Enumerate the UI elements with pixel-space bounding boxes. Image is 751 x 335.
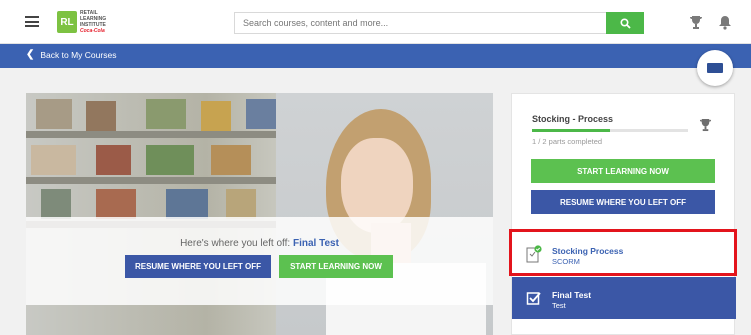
bell-icon[interactable] [718,15,732,30]
progress-fill [532,129,610,132]
highlight-box [509,229,737,276]
progress-bar [532,129,688,132]
left-off-item[interactable]: Final Test [293,238,339,249]
logo-mark-icon: RL [57,11,77,33]
hamburger-menu-icon[interactable] [25,16,39,27]
back-label: Back to My Courses [40,49,117,60]
checkbox-icon [526,292,541,305]
search-icon [619,17,631,29]
list-item-final-test[interactable]: Final Test Test [512,277,736,319]
screen-icon [707,63,723,73]
back-to-courses-link[interactable]: ❮ Back to My Courses [26,49,116,60]
item-subtitle: Test [552,301,566,310]
hero-start-button[interactable]: START LEARNING NOW [279,255,393,278]
course-nav-bar: ❮ Back to My Courses [0,44,751,68]
logo[interactable]: RL RETAIL LEARNING INSTITUTE Coca-Cola [57,10,113,34]
chevron-left-icon: ❮ [26,49,35,60]
hero-resume-button[interactable]: RESUME WHERE YOU LEFT OFF [125,255,271,278]
item-title: Final Test [552,290,592,300]
floating-action-button[interactable] [697,50,733,86]
progress-text: 1 / 2 parts completed [532,137,603,146]
trophy-icon [699,118,712,132]
course-title: Stocking - Process [532,114,614,124]
left-off-text: Here's where you left off: Final Test [180,238,339,249]
panel-resume-button[interactable]: RESUME WHERE YOU LEFT OFF [531,190,715,214]
trophy-icon[interactable] [689,15,703,30]
course-panel: Stocking - Process 1 / 2 parts completed… [511,93,736,335]
course-hero-image: Here's where you left off: Final Test RE… [26,93,493,335]
logo-text: RETAIL LEARNING INSTITUTE Coca-Cola [80,10,107,34]
search-button[interactable] [606,12,644,34]
panel-start-button[interactable]: START LEARNING NOW [531,159,715,183]
search-input[interactable] [234,12,606,34]
top-header: RL RETAIL LEARNING INSTITUTE Coca-Cola [0,0,751,44]
